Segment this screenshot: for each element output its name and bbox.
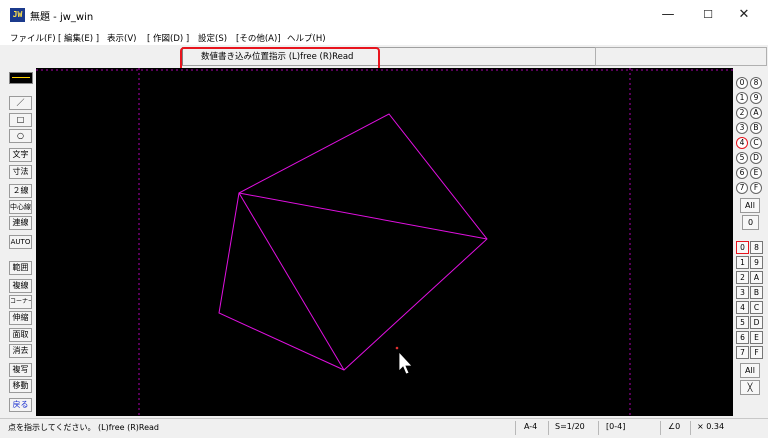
layer-button-active[interactable]: 0 — [736, 241, 749, 254]
layer-button[interactable]: 7 — [736, 346, 749, 359]
layer-button[interactable]: 9 — [750, 256, 763, 269]
group-button[interactable]: E — [750, 167, 762, 179]
group-button[interactable]: 0 — [736, 77, 748, 89]
close-button[interactable]: ✕ — [724, 0, 764, 30]
group-button[interactable]: B — [750, 122, 762, 134]
menu-draw[interactable]: [ 作図(D) ] — [147, 32, 189, 44]
group-zero-button[interactable]: 0 — [742, 215, 759, 230]
maximize-button[interactable]: ☐ — [688, 0, 728, 30]
tool-text[interactable]: 文字 — [9, 148, 32, 162]
menu-other[interactable]: [その他(A)] — [236, 32, 281, 44]
control-bar: 数値書き込み位置指示 (L)free (R)Read — [0, 45, 768, 67]
menu-settings[interactable]: 設定(S) — [198, 32, 227, 44]
minimize-button[interactable]: — — [648, 0, 688, 30]
menu-view[interactable]: 表示(V) — [107, 32, 136, 44]
tool-line[interactable]: ／ — [9, 96, 32, 110]
group-button[interactable]: 8 — [750, 77, 762, 89]
group-button-active[interactable]: 4 — [736, 137, 748, 149]
tool-range[interactable]: 範囲 — [9, 261, 32, 275]
status-paper-size[interactable]: A-4 — [524, 422, 537, 431]
group-button[interactable]: 6 — [736, 167, 748, 179]
tool-dimension[interactable]: 寸法 — [9, 165, 32, 179]
tool-circle[interactable]: ○ — [9, 129, 32, 143]
line-type-sample[interactable] — [9, 72, 33, 84]
menu-file[interactable]: ファイル(F) — [10, 32, 56, 44]
tool-offset[interactable]: 複線 — [9, 279, 32, 293]
drawing-svg — [36, 68, 733, 416]
group-button[interactable]: F — [750, 182, 762, 194]
app-window: JW 無題 - jw_win — ☐ ✕ ファイル(F) [ 編集(E) ] 表… — [0, 0, 768, 438]
status-divider — [690, 421, 691, 435]
control-bar-field[interactable] — [595, 47, 767, 66]
diagonal-line[interactable] — [238, 192, 345, 371]
tool-copy[interactable]: 複写 — [9, 363, 32, 377]
tool-double-line[interactable]: ２線 — [9, 184, 32, 198]
diagonal-line[interactable] — [238, 192, 488, 240]
layer-button[interactable]: B — [750, 286, 763, 299]
layer-button[interactable]: 1 — [736, 256, 749, 269]
group-button[interactable]: 7 — [736, 182, 748, 194]
layer-all-button[interactable]: All — [740, 363, 760, 378]
app-logo-icon: JW — [10, 8, 25, 22]
layer-button[interactable]: 3 — [736, 286, 749, 299]
layer-button[interactable]: F — [750, 346, 763, 359]
group-button[interactable]: 2 — [736, 107, 748, 119]
group-all-button[interactable]: All — [740, 198, 760, 213]
layer-button[interactable]: 5 — [736, 316, 749, 329]
undo-button[interactable]: 戻る — [9, 398, 32, 412]
layer-cross-button[interactable]: ╳ — [740, 380, 760, 395]
group-button[interactable]: C — [750, 137, 762, 149]
group-button[interactable]: A — [750, 107, 762, 119]
tool-corner[interactable]: コーナー — [9, 295, 32, 309]
group-button[interactable]: 9 — [750, 92, 762, 104]
drawing-canvas[interactable] — [36, 68, 733, 416]
status-divider — [660, 421, 661, 435]
menu-help[interactable]: ヘルプ(H) — [287, 32, 326, 44]
layer-button[interactable]: D — [750, 316, 763, 329]
status-angle[interactable]: ∠0 — [668, 422, 680, 431]
layer-button[interactable]: C — [750, 301, 763, 314]
pentagon-shape[interactable] — [218, 113, 488, 371]
status-divider — [598, 421, 599, 435]
window-title: 無題 - jw_win — [30, 12, 94, 23]
group-button[interactable]: 5 — [736, 152, 748, 164]
tool-rectangle[interactable]: □ — [9, 113, 32, 127]
status-divider — [548, 421, 549, 435]
layer-button[interactable]: A — [750, 271, 763, 284]
tool-center-line[interactable]: 中心線 — [9, 200, 32, 214]
group-button[interactable]: 3 — [736, 122, 748, 134]
tool-chamfer[interactable]: 面取 — [9, 328, 32, 342]
group-button[interactable]: D — [750, 152, 762, 164]
status-prompt: 点を指示してください。 (L)free (R)Read — [8, 423, 159, 432]
left-toolbar: ／ □ ○ 文字 寸法 ２線 中心線 連線 AUTO 範囲 複線 コーナー 伸縮… — [0, 68, 36, 416]
status-divider — [515, 421, 516, 435]
tool-connect[interactable]: 連線 — [9, 216, 32, 230]
group-button[interactable]: 1 — [736, 92, 748, 104]
tool-auto[interactable]: AUTO — [9, 235, 32, 249]
menu-edit[interactable]: [ 編集(E) ] — [58, 32, 99, 44]
layer-button[interactable]: 8 — [750, 241, 763, 254]
status-zoom[interactable]: × 0.34 — [697, 422, 724, 431]
tool-move[interactable]: 移動 — [9, 379, 32, 393]
layer-button[interactable]: 6 — [736, 331, 749, 344]
status-bar: 点を指示してください。 (L)free (R)Read A-4 S=1/20 [… — [0, 418, 768, 438]
menu-bar: ファイル(F) [ 編集(E) ] 表示(V) [ 作図(D) ] 設定(S) … — [0, 30, 768, 45]
mouse-cursor-icon — [398, 350, 413, 375]
layer-button[interactable]: E — [750, 331, 763, 344]
title-bar: JW 無題 - jw_win — ☐ ✕ — [0, 0, 768, 30]
cursor-point — [395, 346, 399, 350]
layer-button[interactable]: 2 — [736, 271, 749, 284]
status-scale[interactable]: S=1/20 — [555, 422, 585, 431]
status-layer[interactable]: [0-4] — [606, 422, 625, 431]
layer-button[interactable]: 4 — [736, 301, 749, 314]
tool-stretch[interactable]: 伸縮 — [9, 311, 32, 325]
tool-erase[interactable]: 消去 — [9, 344, 32, 358]
